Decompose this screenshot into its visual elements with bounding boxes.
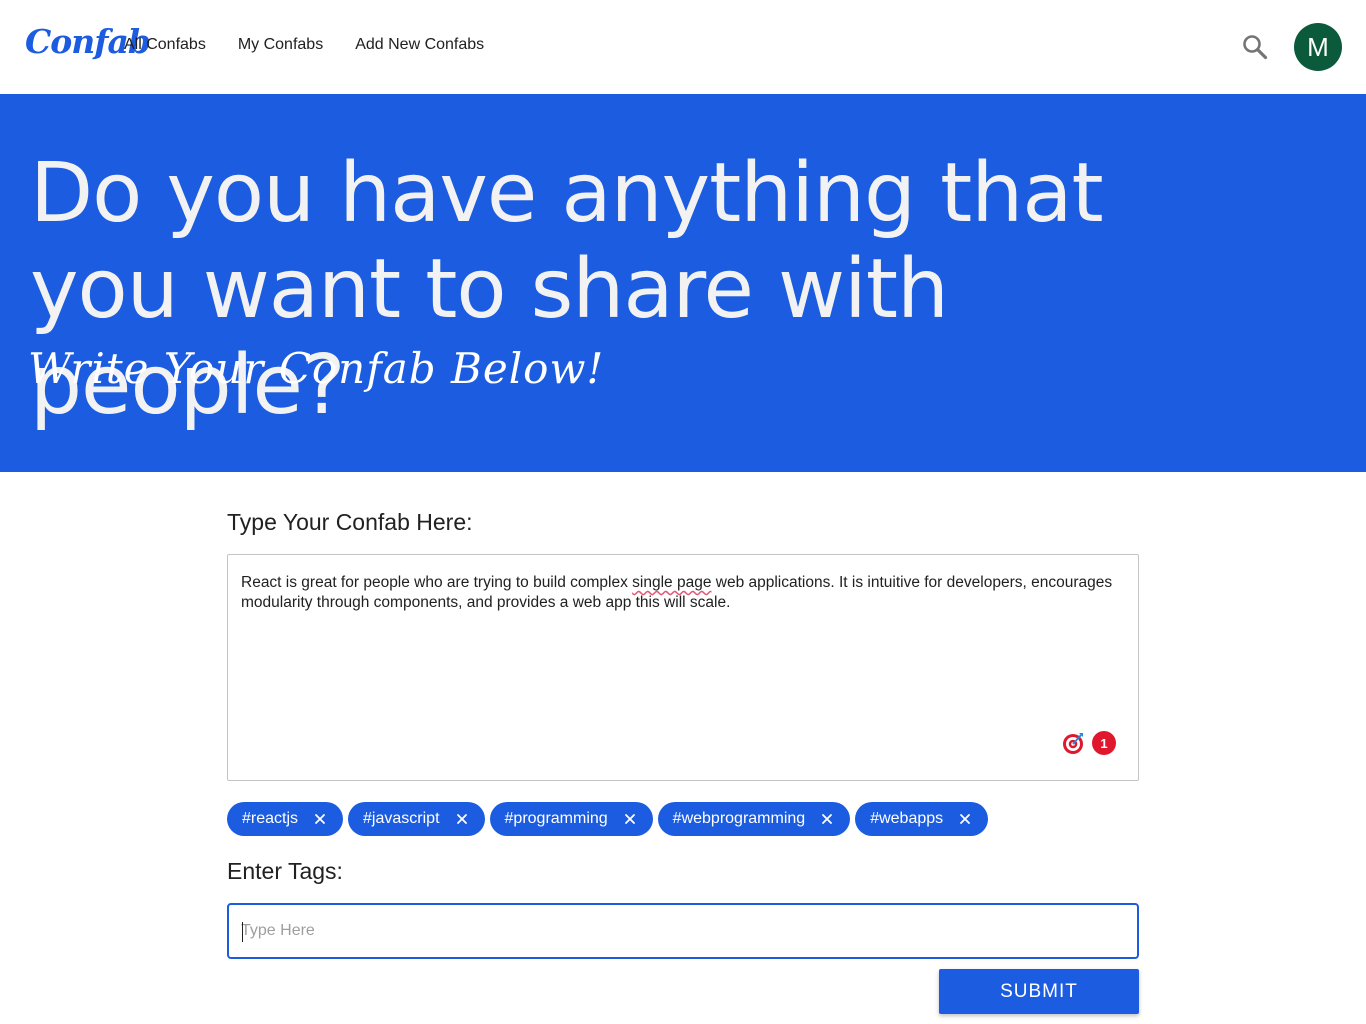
tag-chip[interactable]: #javascript: [348, 802, 485, 836]
nav-my-confabs[interactable]: My Confabs: [238, 36, 323, 54]
submit-button[interactable]: SUBMIT: [939, 969, 1139, 1014]
search-icon[interactable]: [1240, 32, 1270, 62]
tag-chip-label: #programming: [504, 810, 608, 827]
tag-chip-label: #javascript: [363, 810, 440, 827]
tag-chip[interactable]: #webapps: [855, 802, 989, 836]
text-caret: [242, 922, 243, 942]
nav-links: All Confabs My Confabs Add New Confabs: [124, 36, 516, 54]
avatar[interactable]: M: [1294, 23, 1342, 71]
confab-text-start: React is great for people who are trying…: [241, 574, 633, 591]
issue-count-badge[interactable]: 1: [1092, 731, 1116, 755]
spellcheck-flagged-text[interactable]: single page: [632, 574, 711, 591]
nav-all-confabs[interactable]: All Confabs: [124, 36, 206, 54]
confab-textarea[interactable]: React is great for people who are trying…: [227, 554, 1139, 781]
target-icon[interactable]: [1061, 731, 1085, 755]
hero-subtitle: Write Your Confab Below!: [28, 344, 605, 393]
tag-chip[interactable]: #programming: [489, 802, 653, 836]
close-icon[interactable]: [819, 811, 835, 827]
close-icon[interactable]: [312, 811, 328, 827]
tag-list: #reactjs #javascript #programming #webpr…: [227, 802, 989, 836]
tag-chip[interactable]: #webprogramming: [657, 802, 851, 836]
confab-text[interactable]: React is great for people who are trying…: [241, 573, 1121, 612]
nav-add-new-confabs[interactable]: Add New Confabs: [355, 36, 484, 54]
close-icon[interactable]: [454, 811, 470, 827]
grammar-widget[interactable]: 1: [1061, 731, 1116, 755]
tag-chip-label: #webprogramming: [672, 810, 806, 827]
hero-banner: Do you have anything that you want to sh…: [0, 94, 1366, 472]
tag-input[interactable]: [241, 919, 1121, 943]
tags-label: Enter Tags:: [227, 858, 343, 884]
confab-label: Type Your Confab Here:: [227, 509, 473, 535]
close-icon[interactable]: [957, 811, 973, 827]
tag-chip-label: #reactjs: [242, 810, 299, 827]
navbar: Confab All Confabs My Confabs Add New Co…: [0, 0, 1366, 94]
tag-input-field[interactable]: [227, 903, 1139, 959]
tag-chip-label: #webapps: [870, 810, 944, 827]
close-icon[interactable]: [622, 811, 638, 827]
tag-chip[interactable]: #reactjs: [227, 802, 344, 836]
